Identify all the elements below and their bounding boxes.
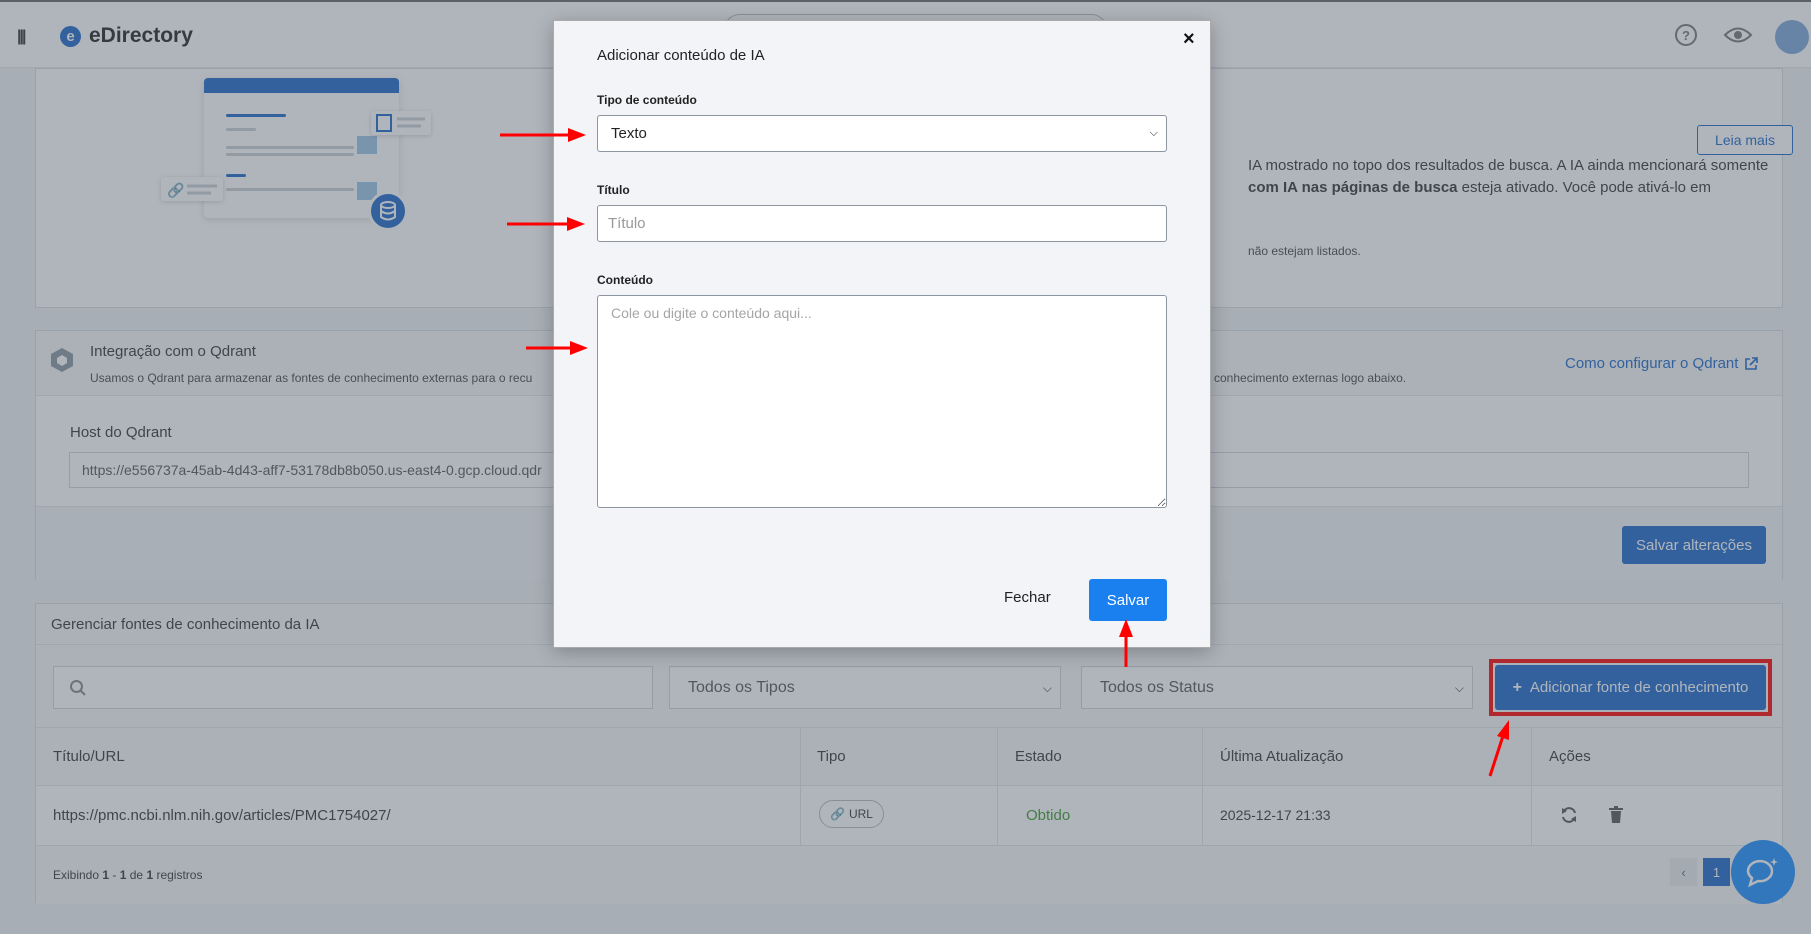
annotation-arrow-title — [507, 217, 585, 231]
modal-title: Adicionar conteúdo de IA — [597, 47, 765, 64]
content-label: Conteúdo — [597, 273, 653, 287]
chevron-down-icon: ⌵ — [1149, 127, 1158, 139]
close-icon[interactable]: × — [1183, 28, 1195, 51]
content-textarea[interactable] — [597, 295, 1167, 508]
content-type-select[interactable]: Texto ⌵ — [597, 115, 1167, 152]
close-button[interactable]: Fechar — [1004, 589, 1051, 606]
annotation-arrow-add-source — [1488, 720, 1509, 777]
add-ai-content-modal: Adicionar conteúdo de IA × Tipo de conte… — [553, 20, 1211, 648]
annotation-arrow-content — [526, 341, 588, 355]
content-type-value: Texto — [611, 125, 647, 142]
title-label: Título — [597, 183, 630, 197]
annotation-arrow-save — [1119, 619, 1133, 667]
annotation-arrow-type — [500, 128, 586, 142]
save-button[interactable]: Salvar — [1089, 579, 1167, 621]
content-type-label: Tipo de conteúdo — [597, 93, 697, 107]
title-input[interactable] — [597, 205, 1167, 242]
